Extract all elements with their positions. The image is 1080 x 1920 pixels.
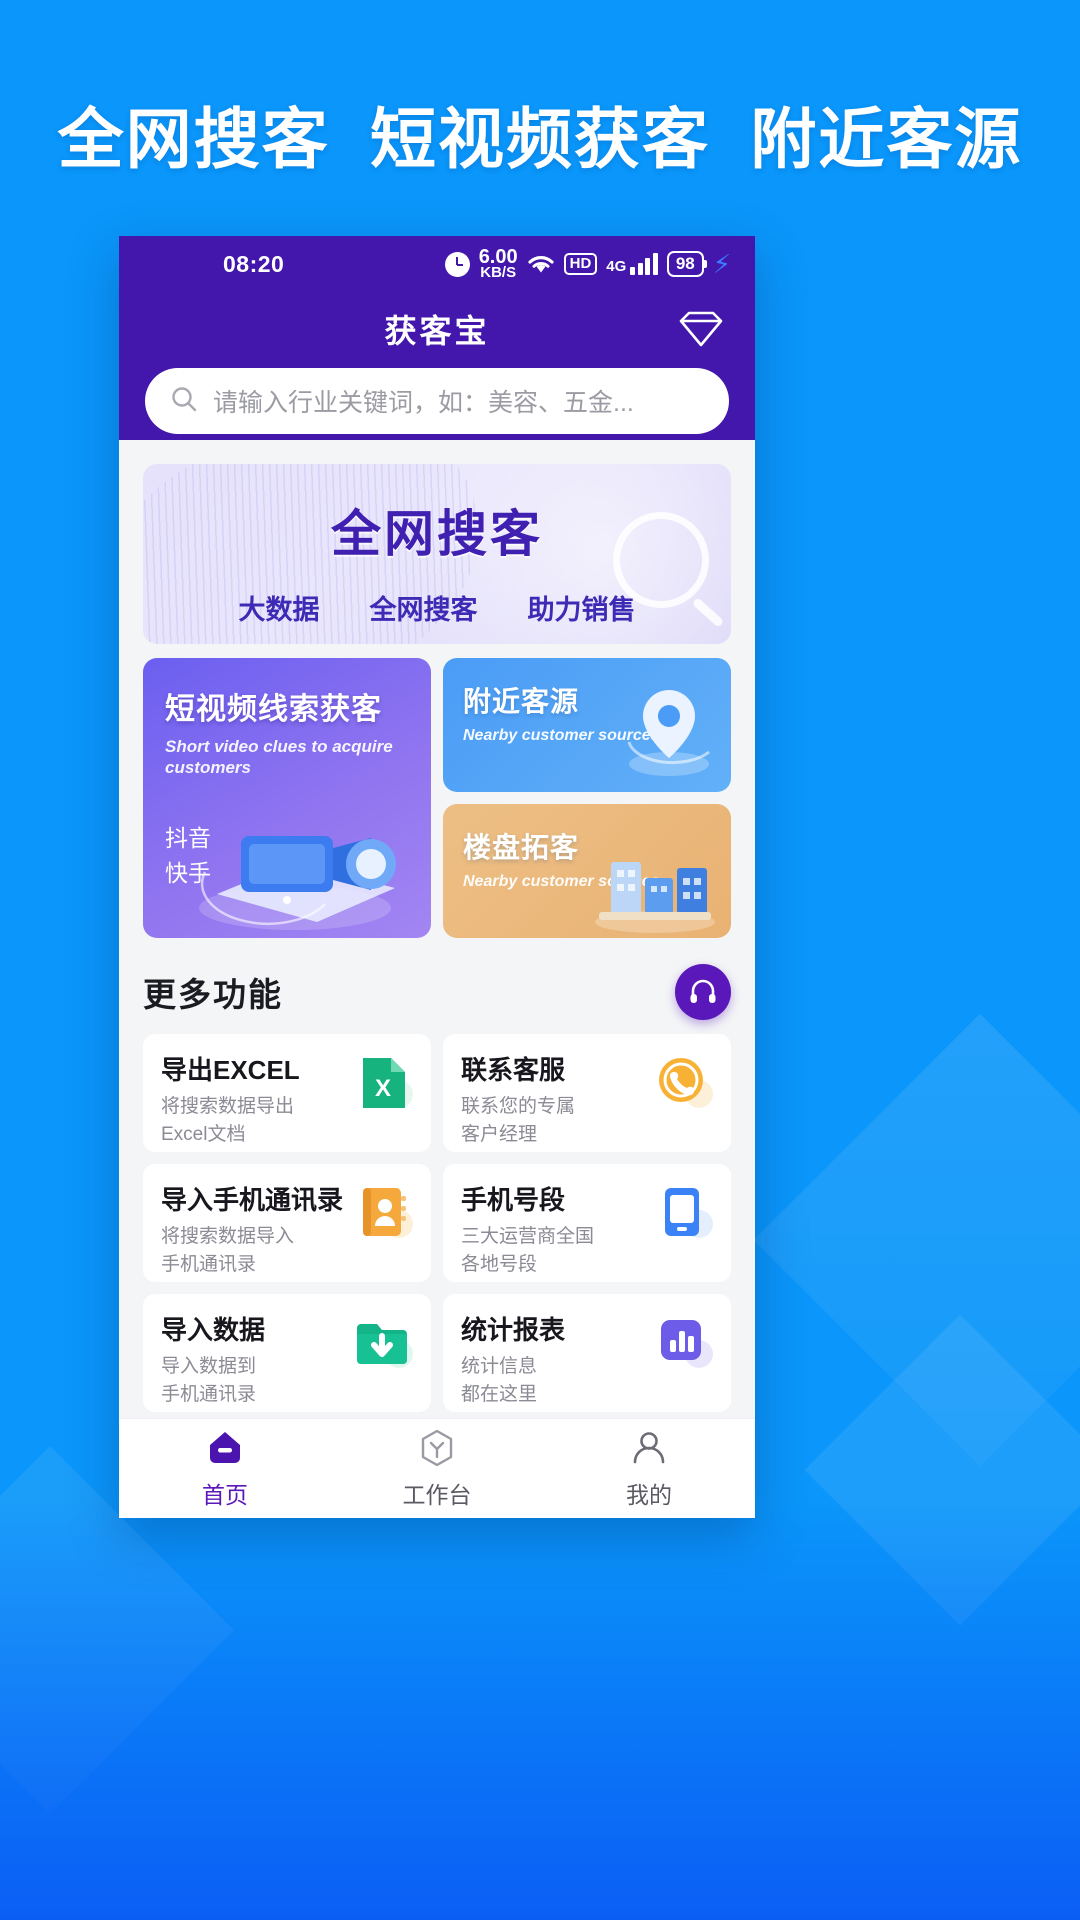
battery-icon: 98 xyxy=(666,251,707,277)
mobile-phone-icon xyxy=(653,1182,715,1244)
phone-screenshot: 08:20 6.00 KB/S HD 4G 98 ⚡ 获客宝 请输入行业关键词，… xyxy=(119,236,755,1518)
alarm-icon xyxy=(444,251,470,277)
profile-icon xyxy=(629,1428,669,1468)
promo-headline: 全网搜客 短视频获客 附近客源 xyxy=(0,86,1080,182)
search-icon xyxy=(169,384,199,419)
banner-tag-1: 大数据 xyxy=(238,595,320,625)
function-subtitle-line2: 手机通讯录 xyxy=(161,1253,257,1275)
more-functions-header: 更多功能 xyxy=(143,964,731,1020)
vip-diamond-icon[interactable] xyxy=(673,305,729,353)
background-gradient-fade xyxy=(0,1500,1080,1920)
wifi-icon xyxy=(527,253,555,275)
bottom-tab-bar: 首页 工作台 我的 xyxy=(119,1418,755,1518)
background-shape-1 xyxy=(753,1013,1080,1467)
excel-file-icon: X xyxy=(353,1052,415,1114)
search-bar[interactable]: 请输入行业关键词，如：美容、五金... xyxy=(145,368,729,434)
banner-title: 全网搜客 xyxy=(331,506,543,562)
function-subtitle-line2: 都在这里 xyxy=(461,1383,538,1405)
function-subtitle-line1: 将搜索数据导入 xyxy=(161,1226,295,1247)
function-subtitle-line1: 联系您的专属 xyxy=(461,1096,576,1117)
feature-card-grid: 短视频线索获客 Short video clues to acquire cus… xyxy=(143,658,731,938)
card-short-video-leads[interactable]: 短视频线索获客 Short video clues to acquire cus… xyxy=(143,658,431,938)
search-input[interactable]: 请输入行业关键词，如：美容、五金... xyxy=(213,383,634,419)
tab-home-label: 首页 xyxy=(202,1481,248,1508)
function-subtitle-line2: 手机通讯录 xyxy=(161,1383,257,1405)
promo-headline-segment-3: 附近客源 xyxy=(750,102,1023,176)
function-title: 统计报表 xyxy=(461,1315,566,1345)
workbench-icon xyxy=(417,1428,457,1468)
app-title-bar: 获客宝 xyxy=(119,292,755,366)
card-short-video-subtitle: Short video clues to acquire customers xyxy=(165,737,393,778)
function-subtitle-line1: 导入数据到 xyxy=(161,1356,257,1377)
tab-workbench[interactable]: 工作台 xyxy=(331,1428,543,1510)
function-title: 联系客服 xyxy=(461,1055,566,1085)
status-time: 08:20 xyxy=(223,250,285,277)
network-speed: 6.00 KB/S xyxy=(479,247,518,282)
function-subtitle-line1: 三大运营商全国 xyxy=(461,1226,595,1247)
banner-quanwang-souke[interactable]: 全网搜客 大数据 全网搜客 助力销售 xyxy=(143,464,731,644)
tab-workbench-label: 工作台 xyxy=(402,1481,472,1508)
main-content: 全网搜客 大数据 全网搜客 助力销售 短视频线索获客 Short video c… xyxy=(119,464,755,1518)
hd-icon: HD xyxy=(563,253,598,275)
tab-home[interactable]: 首页 xyxy=(119,1428,331,1510)
headset-icon[interactable] xyxy=(675,964,731,1020)
network-type-label: 4G xyxy=(606,258,627,275)
app-header: 08:20 6.00 KB/S HD 4G 98 ⚡ 获客宝 请输入行业关键词，… xyxy=(119,236,755,440)
banner-tag-2: 全网搜客 xyxy=(369,595,478,625)
city-buildings-illustration xyxy=(595,862,715,933)
function-subtitle-line2: Excel文档 xyxy=(161,1123,246,1145)
signal-bars-icon xyxy=(630,253,658,275)
contacts-book-icon xyxy=(353,1182,415,1244)
charging-bolt-icon: ⚡ xyxy=(712,249,731,279)
function-subtitle-line2: 各地号段 xyxy=(461,1253,538,1275)
page-title: 获客宝 xyxy=(384,313,490,349)
card-app-douyin: 抖音 xyxy=(165,824,211,851)
bar-chart-icon xyxy=(653,1312,715,1374)
card-nearby-customers[interactable]: 附近客源 Nearby customer sources xyxy=(443,658,731,792)
background-shape-2 xyxy=(804,1314,1080,1626)
status-bar: 08:20 6.00 KB/S HD 4G 98 ⚡ xyxy=(119,236,755,292)
function-title: 导出EXCEL xyxy=(161,1055,300,1085)
function-card-import-contacts[interactable]: 导入手机通讯录 将搜索数据导入 手机通讯录 xyxy=(143,1164,431,1282)
home-icon xyxy=(205,1428,245,1468)
cellular-signal-icon: 4G xyxy=(606,253,658,275)
folder-download-icon xyxy=(353,1312,415,1374)
search-area: 请输入行业关键词，如：美容、五金... xyxy=(119,368,755,434)
location-pin-illustration xyxy=(627,690,710,776)
promo-headline-segment-2: 短视频获客 xyxy=(370,102,710,176)
promo-headline-segment-1: 全网搜客 xyxy=(57,102,330,176)
function-card-export-excel[interactable]: 导出EXCEL 将搜索数据导出 Excel文档 X xyxy=(143,1034,431,1152)
banner-tags: 大数据 全网搜客 助力销售 xyxy=(143,588,731,627)
function-card-import-data[interactable]: 导入数据 导入数据到 手机通讯录 xyxy=(143,1294,431,1412)
function-card-statistics-report[interactable]: 统计报表 统计信息 都在这里 xyxy=(443,1294,731,1412)
card-short-video-title: 短视频线索获客 xyxy=(165,693,382,726)
function-card-contact-support[interactable]: 联系客服 联系您的专属 客户经理 xyxy=(443,1034,731,1152)
banner-tag-3: 助力销售 xyxy=(527,595,636,625)
tab-profile[interactable]: 我的 xyxy=(543,1428,755,1510)
function-title: 导入数据 xyxy=(161,1315,266,1345)
function-title: 手机号段 xyxy=(461,1185,566,1215)
card-app-kuaishou: 快手 xyxy=(165,860,211,887)
network-speed-unit: KB/S xyxy=(480,264,517,282)
tab-profile-label: 我的 xyxy=(626,1481,672,1508)
function-subtitle-line1: 统计信息 xyxy=(461,1356,538,1377)
more-functions-title: 更多功能 xyxy=(143,976,283,1013)
card-short-video-apps: 抖音 快手 xyxy=(165,821,409,892)
card-estate-expansion[interactable]: 楼盘拓客 Nearby customer sources xyxy=(443,804,731,938)
function-subtitle-line2: 客户经理 xyxy=(461,1123,538,1145)
function-subtitle-line1: 将搜索数据导出 xyxy=(161,1096,295,1117)
svg-text:X: X xyxy=(375,1075,391,1102)
function-title: 导入手机通讯录 xyxy=(161,1185,344,1215)
phone-support-icon xyxy=(653,1052,715,1114)
function-card-phone-prefixes[interactable]: 手机号段 三大运营商全国 各地号段 xyxy=(443,1164,731,1282)
